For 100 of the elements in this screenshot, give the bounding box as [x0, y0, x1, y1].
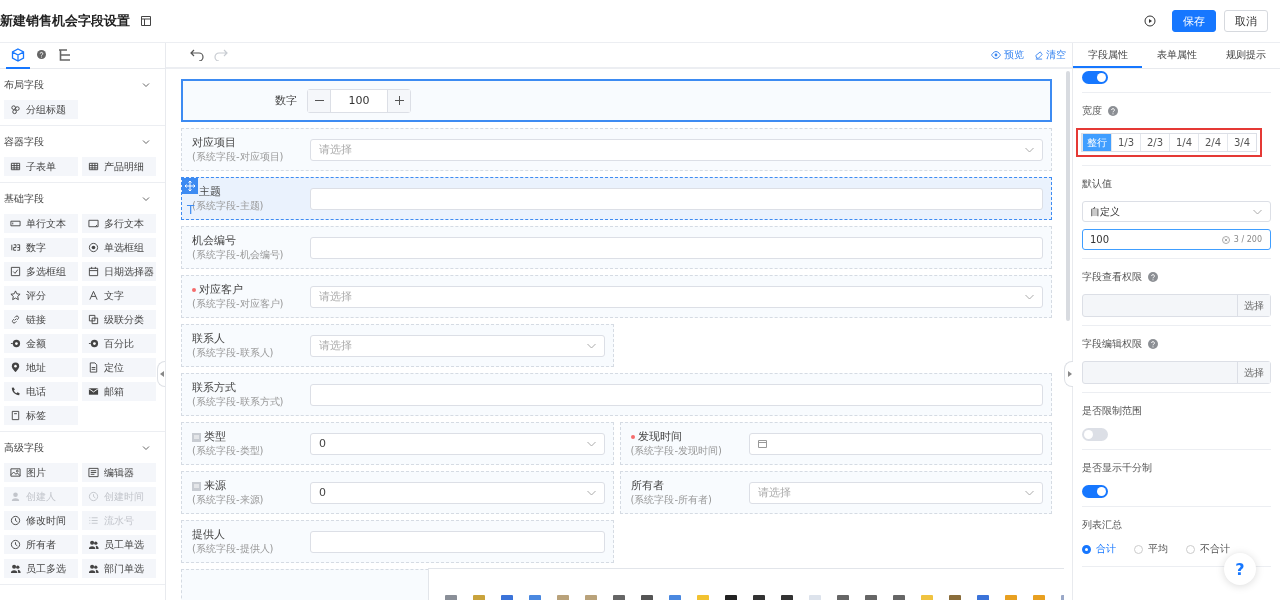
field-sublabel: (系统字段-所有者): [630, 493, 713, 507]
field-type-item[interactable]: 修改时间: [4, 511, 78, 530]
field-type-item[interactable]: 级联分类: [82, 310, 156, 329]
number-input[interactable]: 100: [307, 88, 411, 113]
field-label: 提供人: [192, 527, 225, 542]
help-icon[interactable]: [1148, 339, 1158, 349]
coin-icon: [88, 338, 99, 349]
field-type-item[interactable]: 分组标题: [4, 100, 78, 119]
field-type-item[interactable]: 金额: [4, 334, 78, 353]
clock-icon: [10, 539, 21, 550]
field-label: 主题: [199, 184, 221, 199]
section-header[interactable]: 布局字段: [0, 69, 165, 100]
clock-icon: [88, 491, 99, 502]
panel-tab[interactable]: 表单属性: [1142, 43, 1211, 68]
field-type-item[interactable]: 邮箱: [82, 382, 156, 401]
envelope-icon: [88, 386, 99, 397]
field-type-item[interactable]: 定位: [82, 358, 156, 377]
form-item[interactable]: 数字 100: [181, 79, 1052, 122]
field-type-item[interactable]: 标签: [4, 406, 78, 425]
chevron-down-icon: [586, 342, 596, 349]
save-button[interactable]: 保存: [1172, 10, 1216, 32]
toggle-switch[interactable]: [1082, 485, 1108, 498]
field-type-item[interactable]: 电话: [4, 382, 78, 401]
star-icon: [10, 290, 21, 301]
drag-handle[interactable]: [182, 178, 198, 194]
field-label: 所有者: [630, 478, 664, 493]
field-type-item[interactable]: 所有者: [4, 535, 78, 554]
users-icon: [88, 539, 99, 550]
field-type-item[interactable]: 单行文本: [4, 214, 78, 233]
radio-option[interactable]: 平均: [1134, 542, 1168, 556]
help-icon[interactable]: [1148, 272, 1158, 282]
toggle-switch[interactable]: [1082, 428, 1108, 441]
section-header[interactable]: 容器字段: [0, 126, 165, 157]
field-label: 类型: [204, 429, 226, 444]
field-type-item[interactable]: 多选框组: [4, 262, 78, 281]
input-field[interactable]: [310, 383, 1043, 406]
field-type-item[interactable]: 员工单选: [82, 535, 156, 554]
play-icon[interactable]: [1144, 15, 1156, 27]
rich-text-editor[interactable]: [428, 568, 1064, 600]
form-item[interactable]: 发现时间 (系统字段-发现时间): [619, 422, 1052, 465]
clear-icon[interactable]: [1221, 235, 1230, 244]
field-label: 来源: [204, 478, 226, 493]
field-type-item[interactable]: 员工多选: [4, 559, 78, 578]
chevron-icon: [141, 137, 151, 147]
field-type-item[interactable]: 链接: [4, 310, 78, 329]
form-item[interactable]: 对应项目 (系统字段-对应项目) 请选择: [181, 128, 1052, 171]
image-icon: [10, 467, 21, 478]
toggle-switch[interactable]: [1082, 71, 1108, 84]
panel-tab[interactable]: 字段属性: [1073, 43, 1142, 68]
clear-link[interactable]: 清空: [1034, 48, 1066, 62]
form-item[interactable]: 来源 (系统字段-来源) 0: [181, 471, 614, 514]
radio-option[interactable]: 不合计: [1186, 542, 1230, 556]
section-header[interactable]: 基础字段: [0, 183, 165, 214]
field-type-item[interactable]: 评分: [4, 286, 78, 305]
layout-icon[interactable]: [140, 15, 152, 27]
form-item[interactable]: 所有者 (系统字段-所有者) 请选择: [619, 471, 1052, 514]
tree-icon: [58, 47, 72, 62]
form-item[interactable]: 联系方式 (系统字段-联系方式): [181, 373, 1052, 416]
panel-tab[interactable]: 规则提示: [1211, 43, 1280, 68]
field-type-item[interactable]: 产品明细: [82, 157, 156, 176]
field-type-item[interactable]: 部门单选: [82, 559, 156, 578]
chevron-down-icon: [586, 440, 596, 447]
collapse-handle[interactable]: [1064, 361, 1073, 387]
form-item[interactable]: 机会编号 (系统字段-机会编号): [181, 226, 1052, 269]
table-icon: [10, 161, 21, 172]
field-type-item[interactable]: 地址: [4, 358, 78, 377]
select-field[interactable]: 自定义: [1082, 201, 1271, 222]
input-field[interactable]: [310, 530, 605, 553]
select-field[interactable]: 0: [310, 432, 605, 455]
field-type-item[interactable]: 百分比: [82, 334, 156, 353]
input-field[interactable]: [310, 187, 1043, 210]
increment-button[interactable]: [388, 89, 410, 112]
preview-link[interactable]: 预览: [991, 48, 1024, 62]
select-field[interactable]: 0: [310, 481, 605, 504]
list-icon: [88, 515, 99, 526]
field-type-item[interactable]: 编辑器: [82, 463, 156, 482]
field-type-item[interactable]: 日期选择器: [82, 262, 156, 281]
users-icon: [10, 563, 21, 574]
collapse-handle[interactable]: [157, 361, 165, 387]
help-button[interactable]: ?: [1224, 553, 1256, 585]
field-type-item[interactable]: 图片: [4, 463, 78, 482]
help-icon[interactable]: [1108, 106, 1118, 116]
calendar-icon: [88, 266, 99, 277]
field-type-item[interactable]: 文字: [82, 286, 156, 305]
undo-icon[interactable]: [190, 49, 204, 61]
date-field[interactable]: [748, 432, 1043, 455]
cancel-button[interactable]: 取消: [1224, 10, 1268, 32]
radio-option[interactable]: 合计: [1082, 542, 1116, 556]
field-type-item[interactable]: 单选框组: [82, 238, 156, 257]
field-type-item[interactable]: 数字: [4, 238, 78, 257]
form-item[interactable]: 类型 (系统字段-类型) 0: [181, 422, 614, 465]
form-item[interactable]: 提供人 (系统字段-提供人): [181, 520, 614, 563]
section-header[interactable]: 高级字段: [0, 432, 165, 463]
input-field[interactable]: 100 3 / 200: [1082, 229, 1271, 250]
field-type-item[interactable]: 子表单: [4, 157, 78, 176]
field-label: 对应客户: [199, 282, 243, 297]
field-type-item[interactable]: 多行文本: [82, 214, 156, 233]
form-item[interactable]: 联系人 (系统字段-联系人) 请选择: [181, 324, 614, 367]
input-field[interactable]: [310, 236, 1043, 259]
form-item[interactable]: 对应客户 (系统字段-对应客户) 请选择: [181, 275, 1052, 318]
